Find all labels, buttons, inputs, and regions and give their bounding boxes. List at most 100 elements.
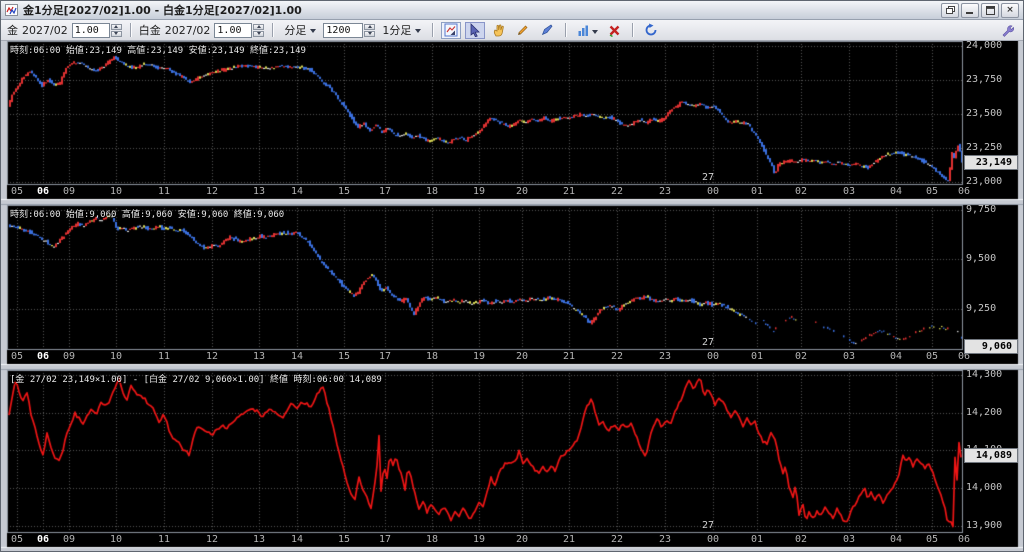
x-axis-label: 20 bbox=[513, 186, 531, 197]
refresh-icon bbox=[644, 23, 658, 37]
hand-pan-tool-button[interactable] bbox=[489, 22, 509, 39]
x-axis-label: 03 bbox=[840, 186, 858, 197]
maximize-icon bbox=[986, 6, 995, 15]
cascade-windows-button[interactable] bbox=[941, 3, 959, 18]
x-axis-label: 03 bbox=[840, 534, 858, 545]
gold-multiplier-down-button[interactable] bbox=[111, 31, 122, 37]
platinum-label: 白金 bbox=[139, 22, 161, 38]
x-axis-label: 12 bbox=[203, 534, 221, 545]
x-axis-label: 12 bbox=[203, 186, 221, 197]
x-axis-label: 10 bbox=[107, 351, 125, 362]
x-axis-label: 05 bbox=[923, 186, 941, 197]
bar-count-spinbox bbox=[323, 23, 375, 38]
x-axis-label: 11 bbox=[155, 186, 173, 197]
x-axis-label: 00 bbox=[704, 186, 722, 197]
x-axis-label: 06 bbox=[955, 534, 973, 545]
platinum-last-price-box: 9,060 bbox=[964, 339, 1018, 354]
y-axis-label: 24,000 bbox=[966, 40, 1002, 51]
y-axis-label: 9,500 bbox=[966, 253, 996, 264]
x-axis-label: 00 bbox=[704, 351, 722, 362]
chevron-down-icon bbox=[592, 30, 598, 37]
x-axis-label: 13 bbox=[250, 186, 268, 197]
period-type-dropdown[interactable]: 分足 bbox=[281, 21, 319, 39]
x-axis-label: 21 bbox=[560, 186, 578, 197]
platinum-multiplier-spinbox bbox=[214, 23, 264, 38]
minimize-button[interactable] bbox=[961, 3, 979, 18]
x-axis-label: 06 bbox=[34, 186, 52, 197]
x-axis-label: 02 bbox=[792, 186, 810, 197]
settings-wrench-button[interactable] bbox=[997, 22, 1017, 39]
chevron-down-icon bbox=[415, 29, 421, 36]
delete-drawing-button[interactable] bbox=[604, 22, 624, 39]
x-axis-label: 03 bbox=[840, 351, 858, 362]
cursor-tool-button[interactable] bbox=[465, 22, 485, 39]
x-axis-label: 09 bbox=[60, 186, 78, 197]
pen-draw-tool-button[interactable] bbox=[537, 22, 557, 39]
x-axis-label: 02 bbox=[792, 534, 810, 545]
chart-type-menu-button[interactable] bbox=[574, 22, 600, 39]
x-axis-label: 01 bbox=[748, 534, 766, 545]
x-axis-label: 14 bbox=[288, 534, 306, 545]
x-axis-label: 15 bbox=[335, 351, 353, 362]
x-axis-label: 01 bbox=[748, 351, 766, 362]
date-marker: 27 bbox=[702, 172, 714, 183]
x-axis-label: 14 bbox=[288, 351, 306, 362]
pencil-icon bbox=[516, 23, 530, 37]
x-axis-label: 05 bbox=[8, 186, 26, 197]
x-axis-label: 11 bbox=[155, 534, 173, 545]
gold-multiplier-up-button[interactable] bbox=[111, 24, 122, 30]
x-axis-label: 02 bbox=[792, 351, 810, 362]
y-axis-label: 14,200 bbox=[966, 407, 1002, 418]
gold-panel-header: 時刻:06:00 始値:23,149 高値:23,149 安値:23,149 終… bbox=[10, 43, 306, 56]
x-axis-label: 15 bbox=[335, 534, 353, 545]
x-axis-label: 22 bbox=[608, 534, 626, 545]
x-axis-label: 23 bbox=[656, 351, 674, 362]
x-axis-label: 17 bbox=[376, 351, 394, 362]
x-axis-label: 20 bbox=[513, 534, 531, 545]
x-axis-label: 09 bbox=[60, 534, 78, 545]
y-axis-label: 23,250 bbox=[966, 142, 1002, 153]
bar-count-up-button[interactable] bbox=[364, 24, 375, 30]
pencil-draw-tool-button[interactable] bbox=[513, 22, 533, 39]
maximize-button[interactable] bbox=[981, 3, 999, 18]
x-axis-label: 06 bbox=[34, 351, 52, 362]
price-charts-canvas[interactable] bbox=[1, 41, 1024, 552]
x-axis-label: 05 bbox=[923, 351, 941, 362]
x-axis-label: 15 bbox=[335, 186, 353, 197]
x-axis-label: 17 bbox=[376, 534, 394, 545]
reload-chart-button[interactable] bbox=[641, 22, 661, 39]
bar-count-input[interactable] bbox=[323, 23, 363, 38]
x-axis-label: 06 bbox=[34, 534, 52, 545]
x-axis-label: 18 bbox=[423, 351, 441, 362]
x-axis-label: 06 bbox=[955, 186, 973, 197]
interval-dropdown[interactable]: 1分足 bbox=[379, 21, 424, 39]
x-axis-label: 01 bbox=[748, 186, 766, 197]
gold-multiplier-input[interactable] bbox=[72, 23, 110, 38]
date-marker: 27 bbox=[702, 337, 714, 348]
titlebar[interactable]: 金1分足[2027/02]1.00 - 白金1分足[2027/02]1.00 × bbox=[1, 1, 1023, 20]
y-axis-label: 13,900 bbox=[966, 520, 1002, 531]
spread-panel-header: [金 27/02 23,149×1.00] - [白金 27/02 9,060×… bbox=[10, 372, 382, 385]
x-axis-label: 19 bbox=[470, 351, 488, 362]
x-axis-label: 22 bbox=[608, 186, 626, 197]
chevron-down-icon bbox=[310, 29, 316, 36]
close-button[interactable]: × bbox=[1001, 3, 1019, 18]
bar-count-down-button[interactable] bbox=[364, 31, 375, 37]
x-axis-label: 12 bbox=[203, 351, 221, 362]
platinum-panel-header: 時刻:06:00 始値:9,060 高値:9,060 安値:9,060 終値:9… bbox=[10, 207, 284, 220]
chart-select-icon bbox=[444, 23, 458, 37]
cursor-icon bbox=[469, 23, 481, 37]
y-axis-label: 9,250 bbox=[966, 303, 996, 314]
platinum-multiplier-up-button[interactable] bbox=[253, 24, 264, 30]
y-axis-label: 23,750 bbox=[966, 74, 1002, 85]
toolbar-separator bbox=[272, 23, 273, 37]
chart-select-tool-button[interactable] bbox=[441, 22, 461, 39]
x-axis-label: 22 bbox=[608, 351, 626, 362]
bar-chart-icon bbox=[577, 24, 590, 37]
delete-x-icon bbox=[608, 24, 621, 37]
platinum-multiplier-input[interactable] bbox=[214, 23, 252, 38]
y-axis-label: 23,500 bbox=[966, 108, 1002, 119]
platinum-contract-month: 2027/02 bbox=[165, 24, 211, 37]
y-axis-label: 14,300 bbox=[966, 369, 1002, 380]
platinum-multiplier-down-button[interactable] bbox=[253, 31, 264, 37]
